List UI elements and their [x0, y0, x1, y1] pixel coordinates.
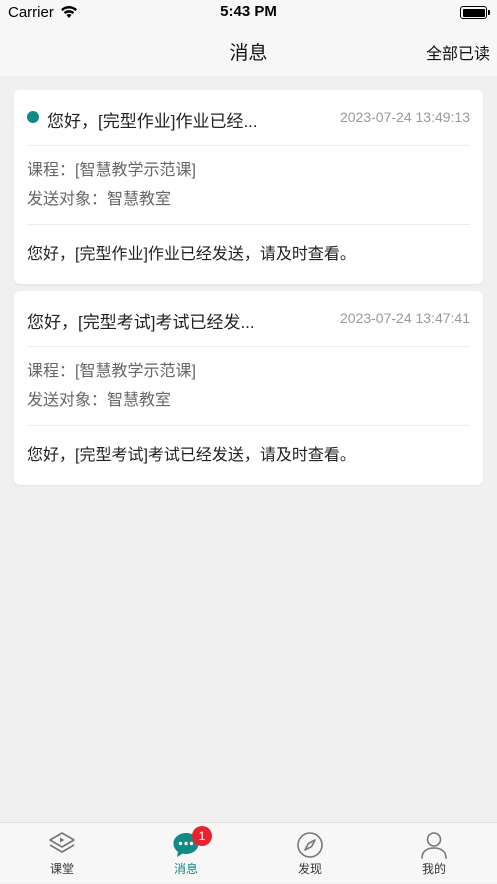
- compass-icon: [297, 832, 323, 858]
- message-course: 课程：[智慧教学示范课]: [27, 363, 196, 380]
- tab-label: 我的: [421, 862, 446, 876]
- message-card[interactable]: 您好，[完型考试]考试已经发... 2023-07-24 13:47:41 课程…: [14, 291, 483, 485]
- profile-icon: [421, 832, 447, 859]
- clock: 5:43 PM: [220, 3, 277, 20]
- message-meta: 课程：[智慧教学示范课] 发送对象：智慧教室: [27, 146, 470, 225]
- message-time: 2023-07-24 13:47:41: [340, 310, 470, 326]
- mark-all-read-button[interactable]: 全部已读: [426, 40, 490, 64]
- tab-classroom[interactable]: 课堂: [0, 823, 124, 884]
- battery-icon: [460, 6, 490, 19]
- message-card[interactable]: 您好，[完型作业]作业已经... 2023-07-24 13:49:13 课程：…: [14, 90, 483, 284]
- unread-dot-icon: [27, 111, 39, 123]
- message-title: 您好，[完型作业]作业已经...: [47, 112, 258, 131]
- message-title: 您好，[完型考试]考试已经发...: [27, 313, 255, 332]
- unread-count-badge: 1: [192, 826, 212, 846]
- message-meta: 课程：[智慧教学示范课] 发送对象：智慧教室: [27, 347, 470, 426]
- message-body: 您好，[完型作业]作业已经发送，请及时查看。: [27, 246, 356, 263]
- nav-bar: 消息 全部已读: [0, 26, 497, 76]
- tab-label: 发现: [297, 862, 322, 876]
- tab-discover[interactable]: 发现: [248, 823, 372, 884]
- message-header: 您好，[完型作业]作业已经... 2023-07-24 13:49:13: [27, 90, 470, 146]
- classroom-icon: [49, 832, 75, 853]
- tab-messages[interactable]: 1 消息: [124, 823, 248, 884]
- tab-bar: 课堂 1 消息 发现 我的: [0, 822, 497, 883]
- tab-label: 课堂: [49, 862, 74, 876]
- message-header: 您好，[完型考试]考试已经发... 2023-07-24 13:47:41: [27, 291, 470, 347]
- message-course: 课程：[智慧教学示范课]: [27, 162, 196, 179]
- tab-label: 消息: [173, 862, 198, 876]
- tab-profile[interactable]: 我的: [372, 823, 496, 884]
- message-body: 您好，[完型考试]考试已经发送，请及时查看。: [27, 447, 356, 464]
- message-list: 您好，[完型作业]作业已经... 2023-07-24 13:49:13 课程：…: [0, 76, 497, 822]
- page-title: 消息: [229, 43, 268, 64]
- message-time: 2023-07-24 13:49:13: [340, 109, 470, 125]
- message-target: 发送对象：智慧教室: [27, 392, 172, 409]
- status-bar: Carrier 5:43 PM: [0, 0, 497, 26]
- message-target: 发送对象：智慧教室: [27, 191, 172, 208]
